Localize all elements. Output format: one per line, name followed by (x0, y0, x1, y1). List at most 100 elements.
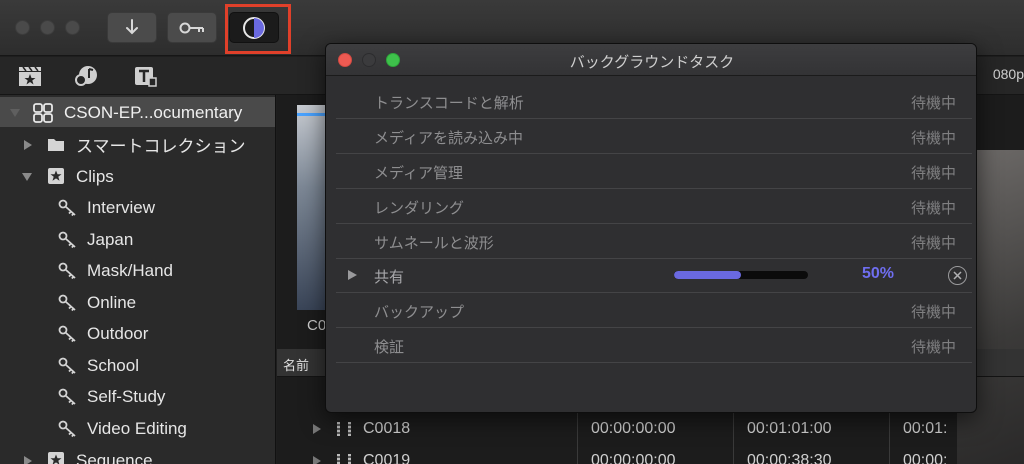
sidebar-item-self-study[interactable]: Self-Study (0, 381, 275, 412)
clip-end: 00:00:38:30 (747, 452, 832, 464)
task-row-import: メディアを読み込み中 待機中 (336, 119, 972, 154)
sidebar-item-label: Outdoor (87, 323, 149, 343)
star-event-icon (47, 451, 65, 464)
task-status: 待機中 (910, 129, 956, 147)
sidebar-item-video-editing[interactable]: Video Editing (0, 413, 275, 444)
keyword-icon (58, 199, 78, 222)
sidebar-item-label: School (87, 355, 139, 375)
clip-name: C0018 (363, 420, 411, 437)
close-x-icon (953, 271, 962, 280)
task-status: 待機中 (910, 199, 956, 217)
task-row-verify: 検証 待機中 (336, 328, 972, 363)
film-icon (336, 413, 352, 445)
task-name: レンダリング (374, 199, 465, 217)
task-name: メディアを読み込み中 (374, 129, 523, 147)
task-row-rendering: レンダリング 待機中 (336, 189, 972, 224)
star-event-icon (47, 167, 65, 190)
keyword-icon (58, 294, 78, 317)
sidebar-item-label: Mask/Hand (87, 260, 173, 280)
task-name: メディア管理 (374, 164, 463, 182)
task-name: 共有 (374, 268, 405, 286)
collapse-triangle-icon[interactable] (22, 173, 32, 181)
sidebar-item-smart-collections[interactable]: スマートコレクション (0, 129, 275, 160)
clapperboard-star-icon[interactable] (18, 65, 42, 87)
dialog-title: バックグラウンドタスク (569, 53, 735, 71)
share-percent: 50% (862, 265, 895, 282)
sidebar-item-label: Sequence (76, 450, 153, 464)
progress-fill (674, 271, 741, 279)
sidebar-item-outdoor[interactable]: Outdoor (0, 318, 275, 349)
minimize-window-button[interactable] (40, 20, 55, 35)
library-row[interactable]: CSON-EP...ocumentary (0, 97, 275, 127)
library-sidebar: CSON-EP...ocumentary スマートコレクション Clips In… (0, 95, 276, 464)
clip-name: C0019 (363, 452, 411, 464)
clip-duration: 00:00: (903, 452, 948, 464)
sidebar-item-label: スマートコレクション (76, 137, 246, 156)
table-row[interactable]: C0018 00:00:00:00 00:01:01:00 00:01: (277, 413, 1024, 445)
task-name: バックアップ (374, 303, 465, 321)
clip-thumbnail-label: C0 (307, 317, 327, 334)
expand-triangle-icon[interactable] (313, 456, 321, 464)
task-status: 待機中 (910, 164, 956, 182)
background-tasks-window: バックグラウンドタスク トランスコードと解析 待機中 メディアを読み込み中 待機… (325, 43, 977, 413)
expand-triangle-icon[interactable] (313, 424, 321, 434)
library-icon (33, 103, 53, 127)
task-name: サムネールと波形 (374, 234, 494, 252)
task-name: 検証 (374, 338, 405, 356)
clip-duration: 00:01: (903, 420, 948, 437)
titles-icon[interactable] (133, 65, 157, 87)
task-row-share: 共有 50% (336, 258, 972, 293)
folder-icon (47, 136, 65, 157)
keyword-icon (58, 357, 78, 380)
sidebar-item-label: Interview (87, 197, 156, 217)
dialog-title-bar[interactable]: バックグラウンドタスク (326, 44, 976, 76)
share-progress-bar (674, 271, 808, 279)
sidebar-item-online[interactable]: Online (0, 287, 275, 318)
library-name: CSON-EP...ocumentary (64, 103, 243, 122)
sidebar-item-clips[interactable]: Clips (0, 161, 275, 192)
film-icon (336, 445, 352, 464)
task-row-backup: バックアップ 待機中 (336, 293, 972, 328)
expand-triangle-icon[interactable] (24, 140, 32, 150)
sidebar-item-label: Online (87, 292, 137, 312)
sidebar-item-label: Japan (87, 229, 134, 249)
task-row-transcode: トランスコードと解析 待機中 (336, 84, 972, 119)
sidebar-item-sequence[interactable]: Sequence (0, 445, 275, 464)
cancel-task-button[interactable] (948, 266, 967, 285)
sidebar-item-school[interactable]: School (0, 350, 275, 381)
clip-start: 00:00:00:00 (591, 420, 676, 437)
sidebar-item-japan[interactable]: Japan (0, 224, 275, 255)
task-status: 待機中 (910, 338, 956, 356)
keyword-editor-button[interactable] (167, 12, 217, 43)
resolution-label: 080p (992, 66, 1024, 82)
keyword-icon (58, 325, 78, 348)
collapse-triangle-icon[interactable] (10, 109, 20, 117)
sidebar-item-interview[interactable]: Interview (0, 192, 275, 223)
task-row-thumbnails: サムネールと波形 待機中 (336, 224, 972, 259)
task-status: 待機中 (910, 94, 956, 112)
sidebar-item-label: Clips (76, 166, 114, 186)
disclosure-triangle-icon[interactable] (348, 270, 357, 280)
key-icon (179, 21, 205, 35)
clip-end: 00:01:01:00 (747, 420, 832, 437)
import-media-button[interactable] (107, 12, 157, 43)
expand-triangle-icon[interactable] (24, 456, 32, 464)
column-header-name[interactable]: 名前 (283, 355, 309, 374)
zoom-window-button[interactable] (65, 20, 80, 35)
sidebar-item-mask-hand[interactable]: Mask/Hand (0, 255, 275, 286)
keyword-icon (58, 262, 78, 285)
close-window-button[interactable] (15, 20, 30, 35)
sidebar-item-label: Video Editing (87, 418, 187, 438)
highlight-frame (225, 4, 291, 54)
sidebar-item-label: Self-Study (87, 386, 166, 406)
task-row-media-management: メディア管理 待機中 (336, 154, 972, 189)
table-row[interactable]: C0019 00:00:00:00 00:00:38:30 00:00: (277, 445, 1024, 464)
clip-start: 00:00:00:00 (591, 452, 676, 464)
keyword-icon (58, 420, 78, 443)
task-status: 待機中 (910, 303, 956, 321)
music-photo-icon[interactable] (74, 65, 98, 87)
task-name: トランスコードと解析 (374, 94, 524, 112)
keyword-icon (58, 231, 78, 254)
keyword-icon (58, 388, 78, 411)
download-arrow-icon (124, 18, 140, 37)
